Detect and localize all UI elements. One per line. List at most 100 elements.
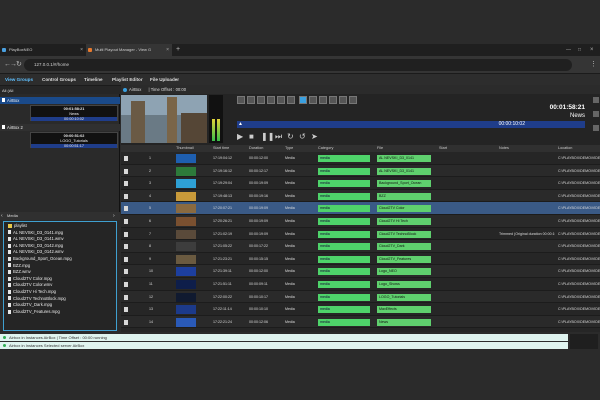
row-file: Logo_Shows (377, 281, 431, 288)
row-thumbnail (176, 280, 196, 289)
row-thumbnail (176, 154, 196, 163)
toolbar-button[interactable] (319, 96, 327, 104)
row-duration: 00:00:09:11 (249, 282, 268, 286)
col-file[interactable]: File (377, 145, 383, 152)
tab-multi-playout[interactable]: Multi Playout Manager - View G × (86, 44, 172, 56)
toolbar-button[interactable] (237, 96, 245, 104)
video-preview (121, 95, 207, 143)
reload-icon[interactable]: ↻ (16, 56, 22, 74)
row-type: Media (285, 244, 295, 249)
minimize-icon[interactable]: — (566, 44, 571, 56)
tree-file[interactable]: Cloud2TV Color.mpg (8, 276, 52, 282)
browser-menu-icon[interactable]: ⋮ (590, 56, 597, 74)
repeat-icon[interactable]: ↺ (299, 132, 306, 141)
table-row[interactable]: 14 17:22:21:24 00:00:12:06 Media media News C:… (121, 315, 600, 329)
tree-file[interactable]: Background_Sport_Ocean.mpg (8, 256, 72, 262)
file-icon (8, 250, 11, 255)
pause-icon[interactable]: ❚❚ (261, 132, 274, 141)
row-category: media (318, 155, 370, 162)
group-card[interactable]: AirBox 00:01:58:21 News 00:00:10:02 (0, 97, 120, 122)
tree-file[interactable]: BZZ.wmv (8, 269, 31, 275)
tree-file[interactable]: BZZ.mpg (8, 263, 30, 269)
table-row[interactable]: 7 17:21:02:19 00:00:19:09 Media media Cloud2T… (121, 227, 600, 241)
play-icon[interactable]: ▶ (237, 132, 243, 141)
table-row[interactable]: 11 17:21:51:11 00:00:09:11 Media media Logo_S… (121, 278, 600, 291)
toolbar-button-active[interactable] (299, 96, 307, 104)
tree-file[interactable]: AL NEVSKI_D3_0142.wmv (8, 249, 64, 255)
tree-file[interactable]: Cloud2TV_Dark.mpg (8, 302, 52, 308)
col-start[interactable]: Start (439, 145, 447, 152)
tree-file[interactable]: Cloud2TV Hi Tech.mpg (8, 289, 56, 295)
tree-file[interactable]: Cloud2TV TechnoBlock.mpg (8, 296, 66, 302)
row-index: 14 (149, 319, 153, 324)
toolbar-button[interactable] (309, 96, 317, 104)
skip-icon[interactable]: ⏭ (275, 132, 282, 141)
col-start-time[interactable]: Start time (213, 145, 229, 152)
tree-file[interactable]: AL NEVSKI_D3_0142.mpg (8, 243, 63, 249)
progress-bar[interactable]: ▲ (237, 121, 358, 128)
menu-control-groups[interactable]: Control Groups (42, 74, 76, 85)
chevron-right-icon[interactable]: › (113, 212, 115, 220)
toolbar-button[interactable] (287, 96, 295, 104)
menu-playlist-editor[interactable]: Playlist Editor (112, 74, 143, 85)
row-index: 8 (149, 244, 151, 249)
row-start-time: 17:19:16:12 (213, 168, 232, 173)
file-icon (124, 307, 128, 313)
address-bar: ← → ↻ 127.0.0.1/#/home ⋮ (0, 56, 600, 74)
table-row[interactable]: 9 17:21:23:21 00:00:15:15 Media media Cloud2T… (121, 252, 600, 266)
table-row[interactable]: 10 17:21:39:11 00:00:12:00 Media media Logo_N… (121, 265, 600, 278)
window-close-icon[interactable]: × (590, 44, 594, 56)
table-row[interactable]: 3 17:19:29:04 00:00:19:09 Media media Backgro… (121, 177, 600, 190)
tree-file[interactable]: AL NEVSKI_D3_0141.mpg (8, 230, 63, 236)
toolbar-button[interactable] (277, 96, 285, 104)
group-card[interactable]: AirBox 2 00:00:51:02 LOGO_Tutorials 00:0… (0, 124, 120, 149)
col-type[interactable]: Type (285, 145, 293, 152)
close-icon[interactable]: × (166, 44, 169, 56)
maximize-icon[interactable]: □ (578, 44, 581, 56)
close-icon[interactable]: × (80, 44, 83, 56)
toolbar-button[interactable] (267, 96, 275, 104)
menu-timeline[interactable]: Timeline (84, 74, 103, 85)
toolbar-button[interactable] (349, 96, 357, 104)
side-menu-icon[interactable] (593, 97, 599, 103)
tree-file[interactable]: Cloud2TV Color.wmv (8, 282, 52, 288)
col-notes[interactable]: Notes (499, 145, 509, 152)
toolbar-button[interactable] (257, 96, 265, 104)
side-list-icon[interactable] (593, 125, 599, 131)
side-settings-icon[interactable] (593, 111, 599, 117)
toolbar-button[interactable] (339, 96, 347, 104)
tree-file[interactable]: AL NEVSKI_D3_0141.wmv (8, 236, 64, 242)
row-file: Cloud2TV Hi Tech (377, 218, 431, 225)
menu-view-groups[interactable]: View Groups (5, 74, 33, 85)
new-tab-icon[interactable]: + (176, 44, 180, 56)
tree-folder[interactable]: playlist (8, 223, 27, 229)
group-status-box: 00:00:51:02 LOGO_Tutorials 00:00:51:17 (30, 132, 118, 148)
stop-icon[interactable]: ■ (249, 132, 254, 141)
table-row[interactable]: 8 17:21:05:22 00:00:17:22 Media media Cloud2T… (121, 240, 600, 253)
row-thumbnail (176, 305, 196, 315)
table-row[interactable]: 2 17:19:16:12 00:00:12:17 Media media AL NEVS… (121, 164, 600, 178)
col-duration[interactable]: Duration (249, 145, 263, 152)
toolbar-button[interactable] (247, 96, 255, 104)
file-icon (124, 219, 128, 224)
row-location: C:\PLAYBOX\DEMO\VIDEOS (558, 193, 600, 198)
table-row[interactable]: 6 17:20:26:21 00:00:19:09 Media media Cloud2T… (121, 215, 600, 228)
table-row[interactable]: 5 17:20:07:21 00:00:19:09 Media media Cloud2T… (121, 202, 600, 215)
toolbar-button[interactable] (329, 96, 337, 104)
media-file-tree[interactable]: playlist AL NEVSKI_D3_0141.mpg AL NEVSKI… (3, 221, 117, 331)
url-field[interactable]: 127.0.0.1/#/home (24, 59, 572, 71)
col-category[interactable]: Category (318, 145, 333, 152)
tree-file[interactable]: Cloud2TV_Features.mpg (8, 309, 60, 315)
chevron-left-icon[interactable]: ‹ (1, 212, 3, 220)
loop-icon[interactable]: ↻ (287, 132, 294, 141)
table-row[interactable]: 1 17:19:04:12 00:00:12:00 Media media AL NEVS… (121, 152, 600, 165)
tab-playboxneo[interactable]: PlayBoxNEO × (0, 44, 86, 56)
table-row[interactable]: 13 17:22:11:14 00:00:10:10 Media media MaxEff… (121, 303, 600, 316)
table-row[interactable]: 4 17:19:48:13 00:00:19:16 Media media BZZ C:\P… (121, 189, 600, 203)
row-category: media (318, 318, 370, 326)
col-thumbnail[interactable]: Thumbnail (176, 145, 194, 152)
menu-file-uploader[interactable]: File Uploader (150, 74, 179, 85)
table-row[interactable]: 12 17:22:00:22 00:00:10:17 Media media LOGO_T… (121, 290, 600, 304)
next-icon[interactable]: ➤ (311, 132, 318, 141)
col-location[interactable]: Location (558, 145, 572, 152)
